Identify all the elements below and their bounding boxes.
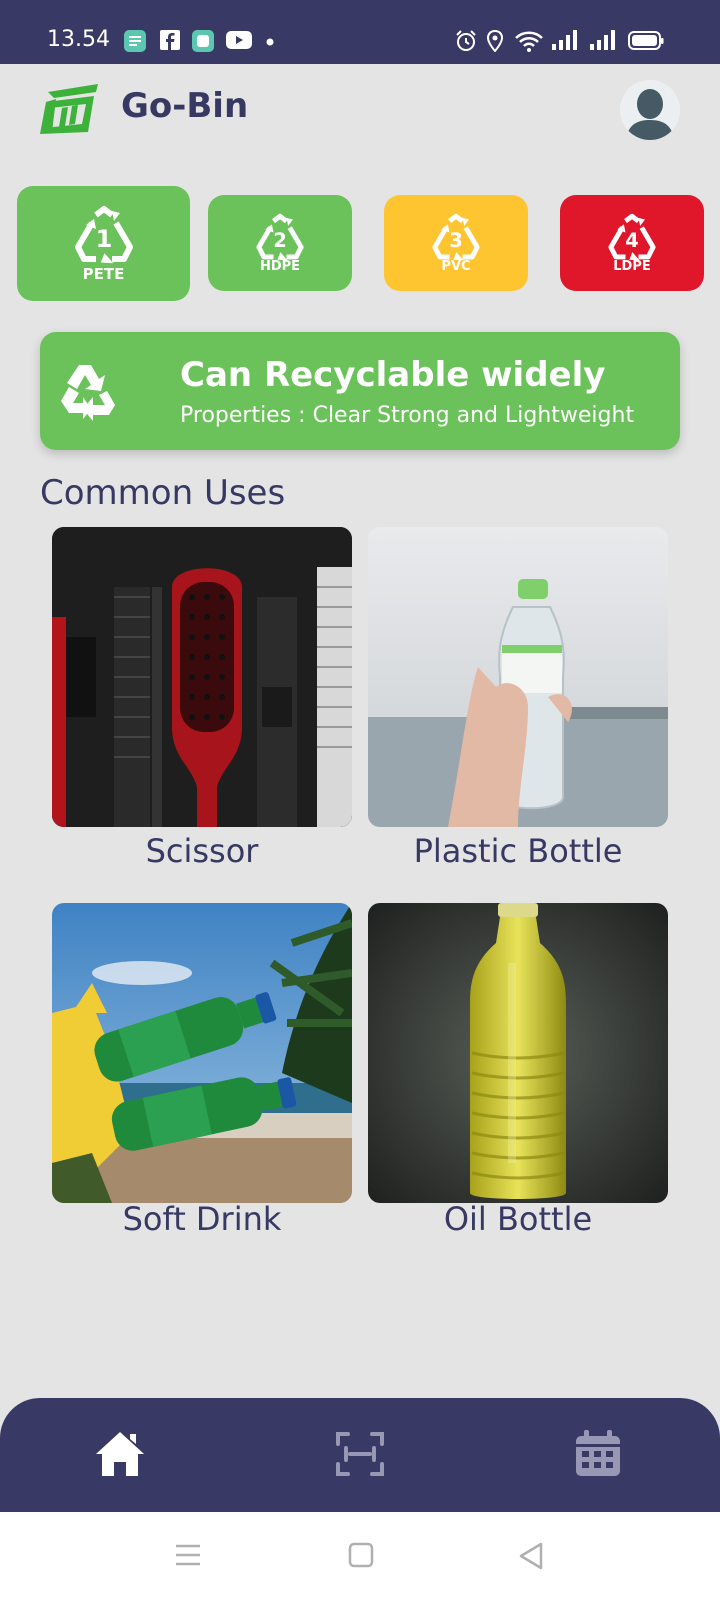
use-card-label: Scissor — [145, 832, 259, 870]
home-icon[interactable] — [94, 1428, 146, 1480]
banner-subtitle: Properties : Clear Strong and Lightweigh… — [180, 403, 635, 428]
banner-title: Can Recyclable widely — [180, 355, 606, 395]
use-card-label: Oil Bottle — [443, 1200, 593, 1238]
use-card-image-scissor[interactable] — [52, 527, 352, 827]
plastic-type-tile-hdpe[interactable]: 2 HDPE — [208, 195, 352, 291]
use-card-image-oil-bottle[interactable] — [368, 903, 668, 1203]
recycle-triangle-icon: 1 — [74, 205, 133, 263]
use-card-label: Soft Drink — [122, 1200, 282, 1238]
system-nav-bar — [0, 1512, 720, 1600]
bottom-nav — [0, 1398, 720, 1512]
plastic-type-number: 3 — [449, 229, 463, 252]
signal-icon — [552, 30, 577, 50]
plastic-type-label: PVC — [441, 258, 471, 274]
section-title: Common Uses — [40, 473, 286, 513]
plastic-type-label: PETE — [82, 264, 125, 283]
notes-app-icon — [124, 30, 146, 52]
facebook-icon — [160, 30, 180, 50]
use-card-image-plastic-bottle[interactable] — [368, 527, 668, 827]
user-avatar-icon[interactable] — [620, 80, 680, 140]
recycle-icon — [61, 365, 115, 421]
menu-icon[interactable] — [175, 1542, 201, 1568]
use-card-label: Plastic Bottle — [413, 832, 623, 870]
dot-icon — [266, 38, 274, 46]
plastic-type-label: HDPE — [259, 258, 301, 274]
location-icon — [486, 30, 504, 52]
app-icon — [192, 30, 214, 52]
go-bin-logo-icon — [40, 84, 98, 134]
home-square-icon[interactable] — [348, 1542, 374, 1568]
recycle-triangle-icon: 3 — [432, 213, 480, 260]
plastic-type-tile-pvc[interactable]: 3 PVC — [384, 195, 528, 291]
battery-icon — [628, 31, 664, 50]
plastic-type-tile-pete[interactable]: 1 PETE — [17, 186, 190, 301]
recyclability-banner: Can Recyclable widely Properties : Clear… — [40, 332, 680, 450]
app-title: Go-Bin — [121, 86, 249, 126]
plastic-type-tile-ldpe[interactable]: 4 LDPE — [560, 195, 704, 291]
wifi-icon — [515, 31, 543, 52]
use-card-image-soft-drink[interactable] — [52, 903, 352, 1203]
recycle-triangle-icon: 4 — [608, 213, 656, 260]
status-time: 13.54 — [47, 27, 110, 52]
signal-icon — [590, 30, 615, 50]
calendar-icon[interactable] — [572, 1428, 624, 1480]
scan-icon[interactable] — [334, 1428, 386, 1480]
plastic-type-label: LDPE — [613, 258, 651, 274]
recycle-triangle-icon: 2 — [256, 213, 304, 260]
plastic-type-number: 2 — [273, 229, 287, 252]
youtube-icon — [226, 31, 252, 49]
status-bar: 13.54 — [0, 0, 720, 64]
back-icon[interactable] — [518, 1542, 544, 1570]
alarm-icon — [456, 30, 476, 51]
plastic-type-number: 1 — [95, 225, 112, 253]
plastic-type-number: 4 — [625, 229, 639, 252]
